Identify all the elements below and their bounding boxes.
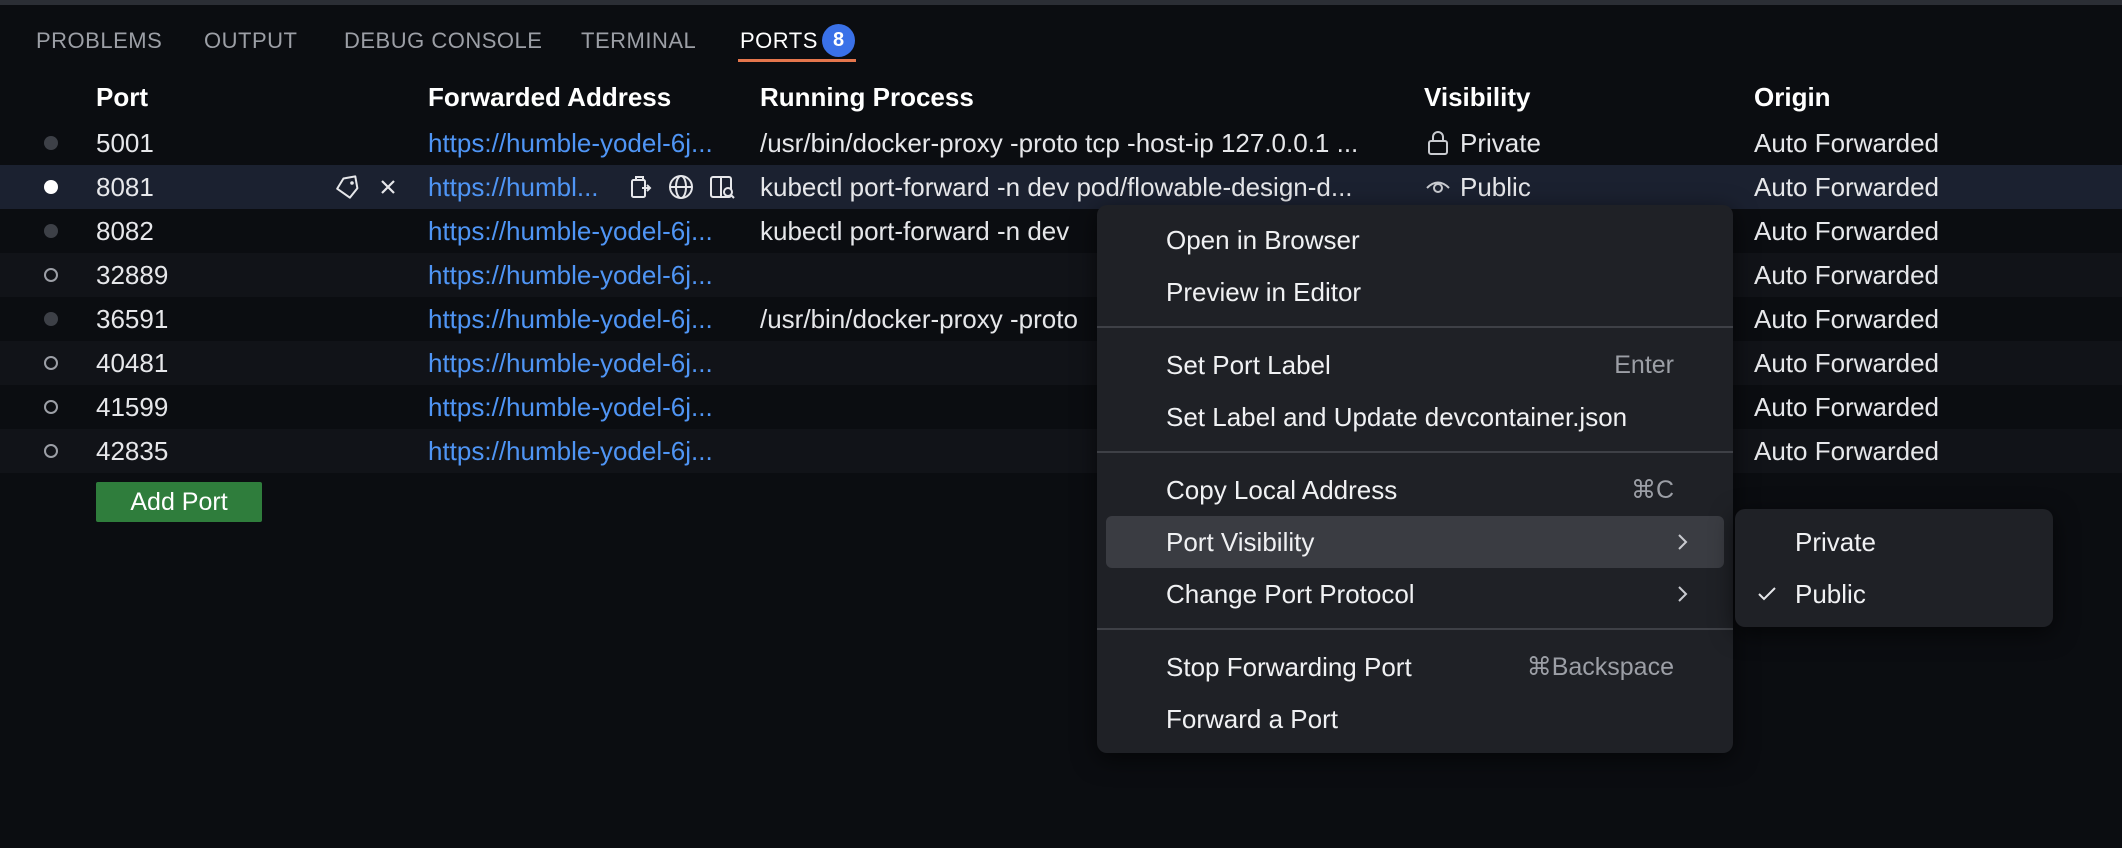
port-number: 40481	[96, 348, 169, 378]
forwarded-address-link[interactable]: https://humble-yodel-6j...	[428, 429, 738, 473]
panel-top-border	[0, 0, 2122, 5]
preview-icon[interactable]	[708, 173, 736, 201]
table-row[interactable]: 5001 https://humble-yodel-6j... /usr/bin…	[0, 121, 2122, 165]
close-icon[interactable]	[374, 173, 402, 201]
add-port-button[interactable]: Add Port	[96, 482, 262, 522]
menu-item-stop-forwarding-port[interactable]: Stop Forwarding Port ⌘Backspace	[1106, 641, 1724, 693]
menu-item-shortcut: ⌘C	[1630, 476, 1674, 504]
origin-value: Auto Forwarded	[1754, 172, 1939, 202]
port-status-icon	[44, 268, 58, 282]
lock-icon	[1428, 131, 1448, 155]
menu-item-label: Change Port Protocol	[1166, 579, 1415, 609]
column-header-running-process[interactable]: Running Process	[760, 82, 974, 113]
menu-item-label: Open in Browser	[1166, 225, 1360, 255]
forwarded-address-link[interactable]: https://humble-yodel-6j...	[428, 341, 738, 385]
menu-separator	[1097, 628, 1733, 630]
running-process: kubectl port-forward -n dev pod/flowable…	[760, 172, 1353, 202]
menu-item-open-in-browser[interactable]: Open in Browser	[1106, 214, 1724, 266]
menu-item-label: Copy Local Address	[1166, 475, 1398, 505]
table-row[interactable]: 8082 https://humble-yodel-6j... kubectl …	[0, 209, 2122, 253]
menu-item-shortcut: ⌘Backspace	[1526, 653, 1674, 681]
origin-value: Auto Forwarded	[1754, 304, 1939, 334]
forwarded-address-link[interactable]: https://humble-yodel-6j...	[428, 253, 738, 297]
origin-value: Auto Forwarded	[1754, 392, 1939, 422]
ports-count-badge: 8	[822, 24, 855, 57]
copy-icon[interactable]	[626, 173, 654, 201]
port-status-icon	[44, 136, 58, 150]
forwarded-address-link[interactable]: https://humbl...	[428, 165, 608, 209]
menu-item-label: Port Visibility	[1166, 527, 1315, 557]
submenu-item-label: Private	[1795, 527, 1876, 557]
origin-value: Auto Forwarded	[1754, 348, 1939, 378]
menu-item-label: Forward a Port	[1166, 704, 1338, 734]
forwarded-address-link[interactable]: https://humble-yodel-6j...	[428, 121, 738, 165]
active-tab-indicator	[738, 59, 856, 62]
table-row[interactable]: 8081 https://humbl... kubectl port-forwa…	[0, 165, 2122, 209]
tab-output[interactable]: OUTPUT	[204, 28, 297, 54]
checkmark-icon	[1758, 587, 1776, 601]
menu-item-label: Stop Forwarding Port	[1166, 652, 1412, 682]
eye-icon	[1426, 181, 1450, 193]
port-number: 8081	[96, 172, 154, 202]
port-context-menu: Open in Browser Preview in Editor Set Po…	[1097, 205, 1733, 753]
visibility-value: Public	[1460, 172, 1531, 202]
port-number: 8082	[96, 216, 154, 246]
port-status-icon	[44, 312, 58, 326]
forwarded-address-link[interactable]: https://humble-yodel-6j...	[428, 385, 738, 429]
column-header-origin[interactable]: Origin	[1754, 82, 1831, 113]
menu-item-label: Set Label and Update devcontainer.json	[1166, 402, 1628, 432]
menu-item-preview-in-editor[interactable]: Preview in Editor	[1106, 266, 1724, 318]
origin-value: Auto Forwarded	[1754, 260, 1939, 290]
port-status-icon	[44, 180, 58, 194]
menu-item-copy-local-address[interactable]: Copy Local Address ⌘C	[1106, 464, 1724, 516]
menu-item-set-port-label[interactable]: Set Port Label Enter	[1106, 339, 1724, 391]
port-number: 42835	[96, 436, 169, 466]
chevron-right-icon	[1678, 534, 1688, 550]
submenu-item-public[interactable]: Public	[1735, 568, 2053, 620]
port-status-icon	[44, 356, 58, 370]
tab-problems[interactable]: PROBLEMS	[36, 28, 162, 54]
table-row[interactable]: 36591 https://humble-yodel-6j... /usr/bi…	[0, 297, 2122, 341]
tab-ports[interactable]: PORTS	[740, 28, 818, 54]
menu-item-shortcut: Enter	[1614, 351, 1674, 379]
origin-value: Auto Forwarded	[1754, 216, 1939, 246]
table-row[interactable]: 32889 https://humble-yodel-6j... Auto Fo…	[0, 253, 2122, 297]
submenu-item-private[interactable]: Private	[1735, 516, 2053, 568]
forwarded-address-link[interactable]: https://humble-yodel-6j...	[428, 209, 738, 253]
menu-item-set-label-update-devcontainer[interactable]: Set Label and Update devcontainer.json	[1106, 391, 1724, 443]
column-header-forwarded-address[interactable]: Forwarded Address	[428, 82, 671, 113]
menu-item-forward-a-port[interactable]: Forward a Port	[1106, 693, 1724, 745]
port-status-icon	[44, 224, 58, 238]
port-number: 41599	[96, 392, 169, 422]
tab-debug-console[interactable]: DEBUG CONSOLE	[344, 28, 542, 54]
port-number: 32889	[96, 260, 169, 290]
table-row[interactable]: 40481 https://humble-yodel-6j... Auto Fo…	[0, 341, 2122, 385]
menu-separator	[1097, 326, 1733, 328]
forwarded-address-link[interactable]: https://humble-yodel-6j...	[428, 297, 738, 341]
submenu-item-label: Public	[1795, 579, 1866, 609]
running-process: /usr/bin/docker-proxy -proto tcp -host-i…	[760, 128, 1359, 158]
port-status-icon	[44, 400, 58, 414]
column-header-port[interactable]: Port	[96, 82, 148, 113]
tag-icon[interactable]	[333, 173, 361, 201]
menu-separator	[1097, 451, 1733, 453]
origin-value: Auto Forwarded	[1754, 436, 1939, 466]
menu-item-change-port-protocol[interactable]: Change Port Protocol	[1106, 568, 1724, 620]
visibility-value: Private	[1460, 128, 1541, 158]
port-number: 5001	[96, 128, 154, 158]
column-header-visibility[interactable]: Visibility	[1424, 82, 1530, 113]
panel-tab-bar: PROBLEMS OUTPUT DEBUG CONSOLE TERMINAL P…	[0, 20, 2122, 66]
menu-item-label: Set Port Label	[1166, 350, 1331, 380]
origin-value: Auto Forwarded	[1754, 128, 1939, 158]
menu-item-label: Preview in Editor	[1166, 277, 1362, 307]
chevron-right-icon	[1678, 586, 1688, 602]
table-row[interactable]: 42835 https://humble-yodel-6j... Auto Fo…	[0, 429, 2122, 473]
port-number: 36591	[96, 304, 169, 334]
globe-icon[interactable]	[667, 173, 695, 201]
tab-terminal[interactable]: TERMINAL	[581, 28, 696, 54]
menu-item-port-visibility[interactable]: Port Visibility	[1106, 516, 1724, 568]
port-visibility-submenu: Private Public	[1735, 509, 2053, 627]
port-status-icon	[44, 444, 58, 458]
table-row[interactable]: 41599 https://humble-yodel-6j... Auto Fo…	[0, 385, 2122, 429]
